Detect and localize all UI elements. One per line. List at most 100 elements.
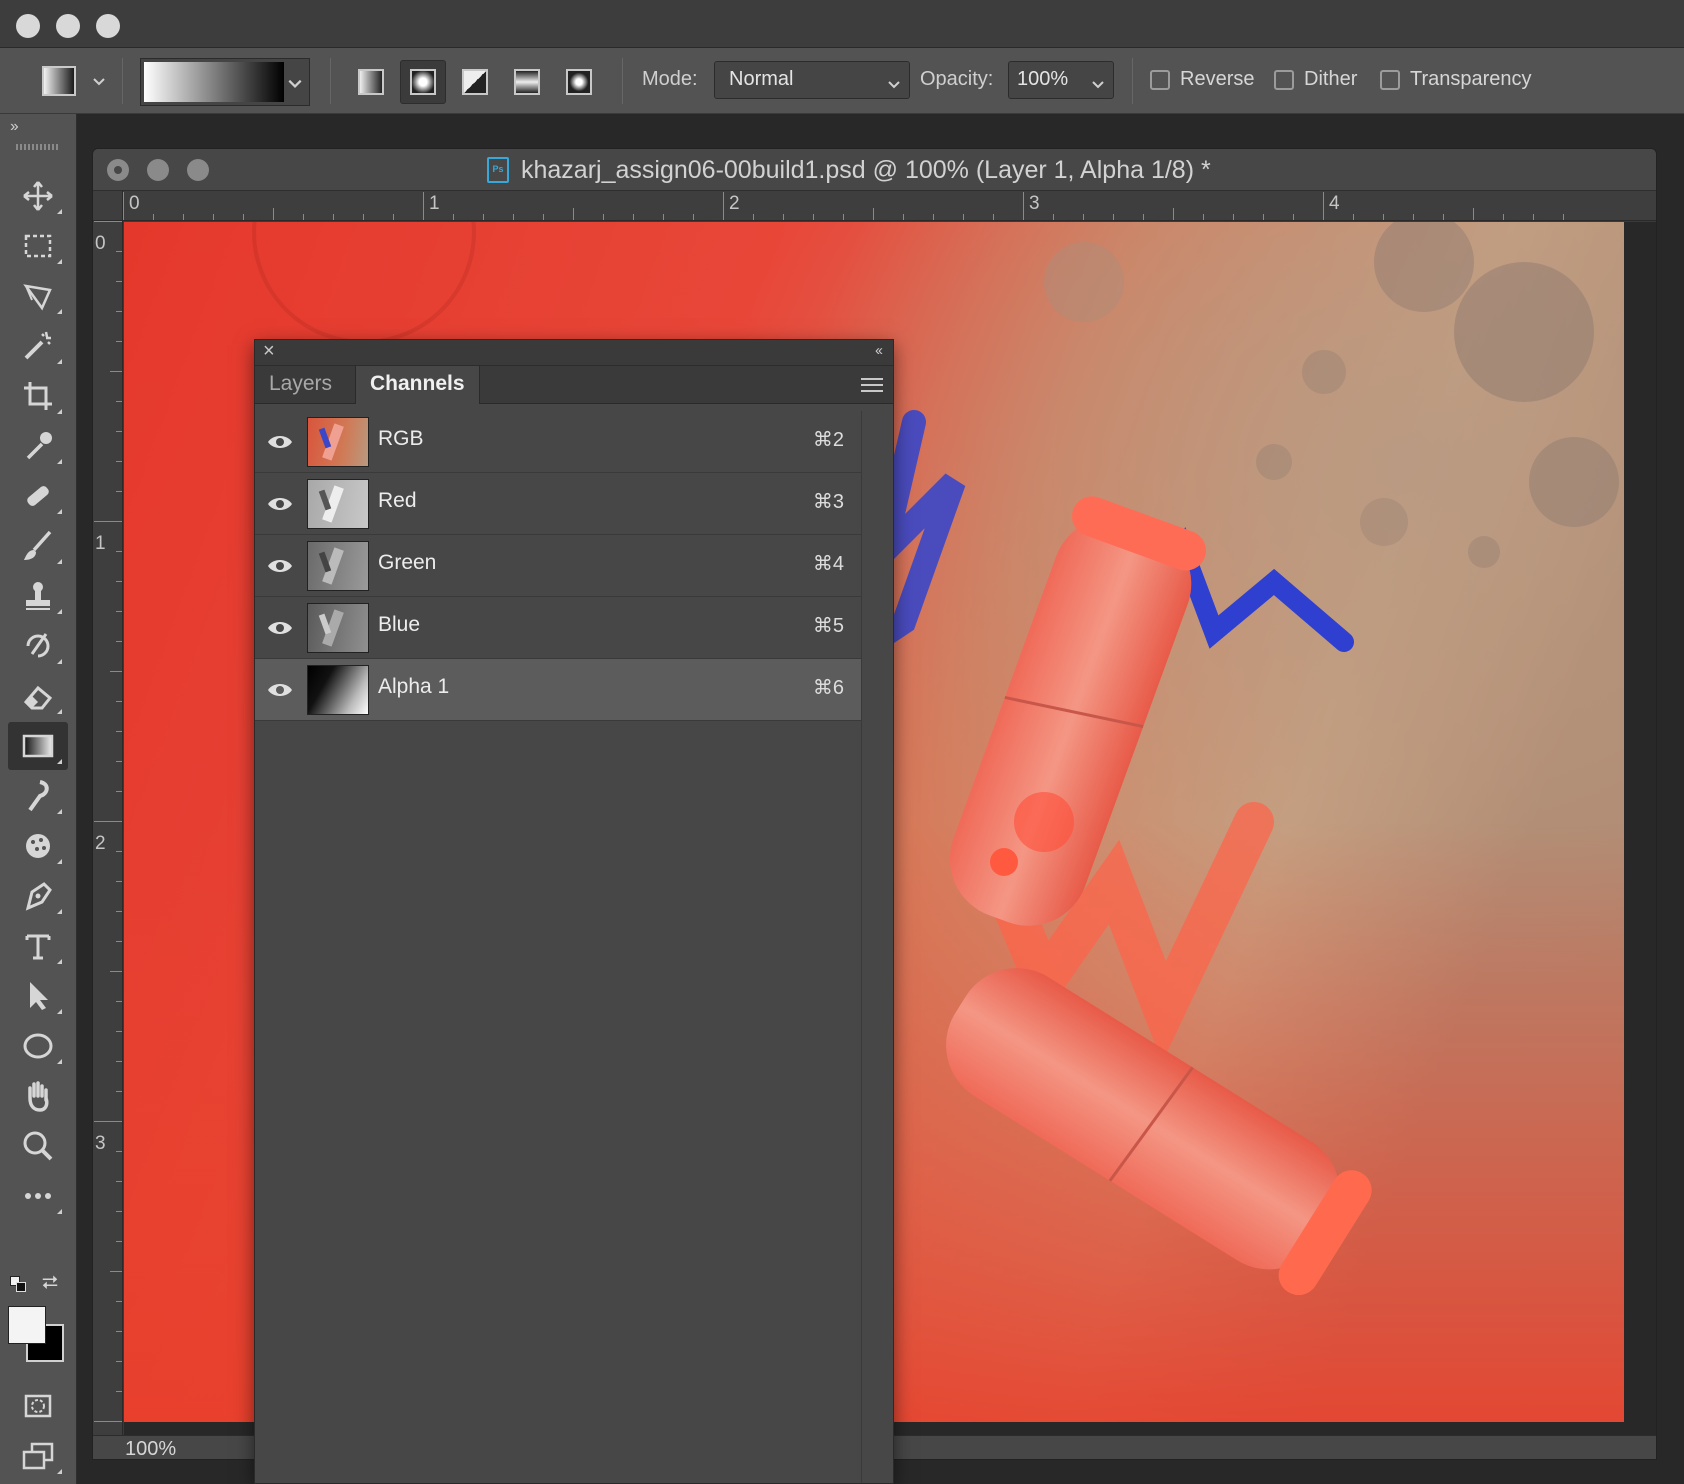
opacity-input[interactable]: 100% [1008,61,1114,99]
ruler-origin[interactable] [93,191,123,221]
panel-header[interactable]: × ‹‹ [255,340,893,366]
channel-row-blue[interactable]: Blue ⌘5 [255,597,862,659]
channel-row-red[interactable]: Red ⌘3 [255,473,862,535]
ruler-tick [116,1301,122,1302]
document-zoom-button[interactable] [187,159,209,181]
eyedropper-tool[interactable] [8,422,68,470]
ruler-tick [110,971,122,972]
channel-row-rgb[interactable]: RGB ⌘2 [255,411,862,473]
ruler-tick [116,701,122,702]
dither-checkbox[interactable] [1274,70,1294,90]
tool-preset-picker[interactable] [42,66,76,96]
zoom-tool[interactable] [8,1122,68,1170]
quick-mask-button[interactable] [8,1382,68,1430]
ruler-tick [116,791,122,792]
document-close-button[interactable] [107,159,129,181]
clone-stamp-tool[interactable] [8,572,68,620]
reflected-gradient-button[interactable] [504,60,550,104]
healing-brush-tool[interactable] [8,472,68,520]
gradient-picker-dropdown[interactable] [287,69,307,95]
ruler-tick [110,671,122,672]
history-brush-tool[interactable] [8,622,68,670]
ruler-tick [1413,214,1414,220]
more-tools-button[interactable] [8,1172,68,1220]
type-tool[interactable] [8,922,68,970]
pen-icon [25,882,52,911]
brush-tool[interactable] [8,522,68,570]
eye-icon[interactable] [267,680,293,700]
swap-colors-icon[interactable]: ⮂ [42,1272,58,1295]
vertical-ruler[interactable]: 0 1 2 3 [93,221,123,1435]
crop-icon [24,382,52,410]
chevron-down-icon[interactable] [92,74,106,88]
linear-gradient-button[interactable] [348,60,394,104]
gradient-swatch[interactable] [144,62,284,102]
ruler-tick [1473,208,1474,220]
window-close-button[interactable] [16,14,40,38]
marquee-tool[interactable] [8,222,68,270]
ruler-tick [116,491,122,492]
toolbar-grip[interactable] [16,144,60,150]
magic-wand-tool[interactable] [8,322,68,370]
ruler-tick [116,581,122,582]
ruler-tick [116,731,122,732]
document-minimize-button[interactable] [147,159,169,181]
arrow-cursor-icon [30,982,48,1010]
transparency-checkbox[interactable] [1380,70,1400,90]
ruler-tick [423,192,424,220]
default-colors-icon[interactable] [10,1276,26,1292]
ellipse-tool[interactable] [8,1022,68,1070]
screen-mode-button[interactable] [8,1432,68,1480]
ruler-tick [116,1001,122,1002]
reverse-checkbox[interactable] [1150,70,1170,90]
hand-tool[interactable] [8,1072,68,1120]
toolbar-collapse-button[interactable]: ›› [10,118,19,136]
channel-row-green[interactable]: Green ⌘4 [255,535,862,597]
eye-icon[interactable] [267,432,293,452]
document-titlebar[interactable]: Ps khazarj_assign06-00build1.psd @ 100% … [93,149,1656,191]
ruler-tick [116,1181,122,1182]
zoom-level[interactable]: 100% [125,1438,176,1459]
pen-tool[interactable] [8,872,68,920]
lasso-tool[interactable] [8,272,68,320]
mode-select[interactable]: Normal [714,61,910,99]
panel-scrollbar[interactable] [861,411,893,1483]
window-titlebar [0,0,1684,48]
ruler-label: 4 [1329,193,1340,214]
ruler-tick [116,941,122,942]
path-selection-tool[interactable] [8,972,68,1020]
sponge-tool[interactable] [8,822,68,870]
ruler-tick [110,1271,122,1272]
channels-list: RGB ⌘2 Red ⌘3 Green ⌘4 Blue ⌘5 Alpha 1 ⌘… [255,411,862,721]
eye-icon[interactable] [267,618,293,638]
ruler-tick [603,214,604,220]
panel-menu-icon[interactable] [861,378,883,392]
move-tool[interactable] [8,172,68,220]
foreground-color-swatch[interactable] [8,1306,46,1344]
window-zoom-button[interactable] [96,14,120,38]
ruler-tick [1233,214,1234,220]
radial-gradient-button[interactable] [400,60,446,104]
horizontal-ruler[interactable]: 0 1 2 3 4 [123,191,1656,221]
tab-channels[interactable]: Channels [355,366,480,404]
tab-layers[interactable]: Layers [255,366,346,404]
eraser-tool[interactable] [8,672,68,720]
crop-tool[interactable] [8,372,68,420]
panel-collapse-icon[interactable]: ‹‹ [875,342,883,359]
smudge-tool[interactable] [8,772,68,820]
opacity-dropdown-icon[interactable] [1091,74,1105,89]
diamond-gradient-button[interactable] [556,60,602,104]
gradient-icon [22,734,54,758]
eye-icon[interactable] [267,494,293,514]
ruler-tick [273,208,274,220]
window-minimize-button[interactable] [56,14,80,38]
eye-icon[interactable] [267,556,293,576]
panel-close-icon[interactable]: × [263,340,275,363]
radial-gradient-icon [410,69,436,95]
gradient-tool[interactable] [8,722,68,770]
channel-thumbnail-blue [307,603,369,653]
angle-gradient-button[interactable] [452,60,498,104]
ruler-tick [116,431,122,432]
channel-row-alpha-1[interactable]: Alpha 1 ⌘6 [255,659,862,721]
gradient-editor-preview[interactable] [140,58,310,106]
